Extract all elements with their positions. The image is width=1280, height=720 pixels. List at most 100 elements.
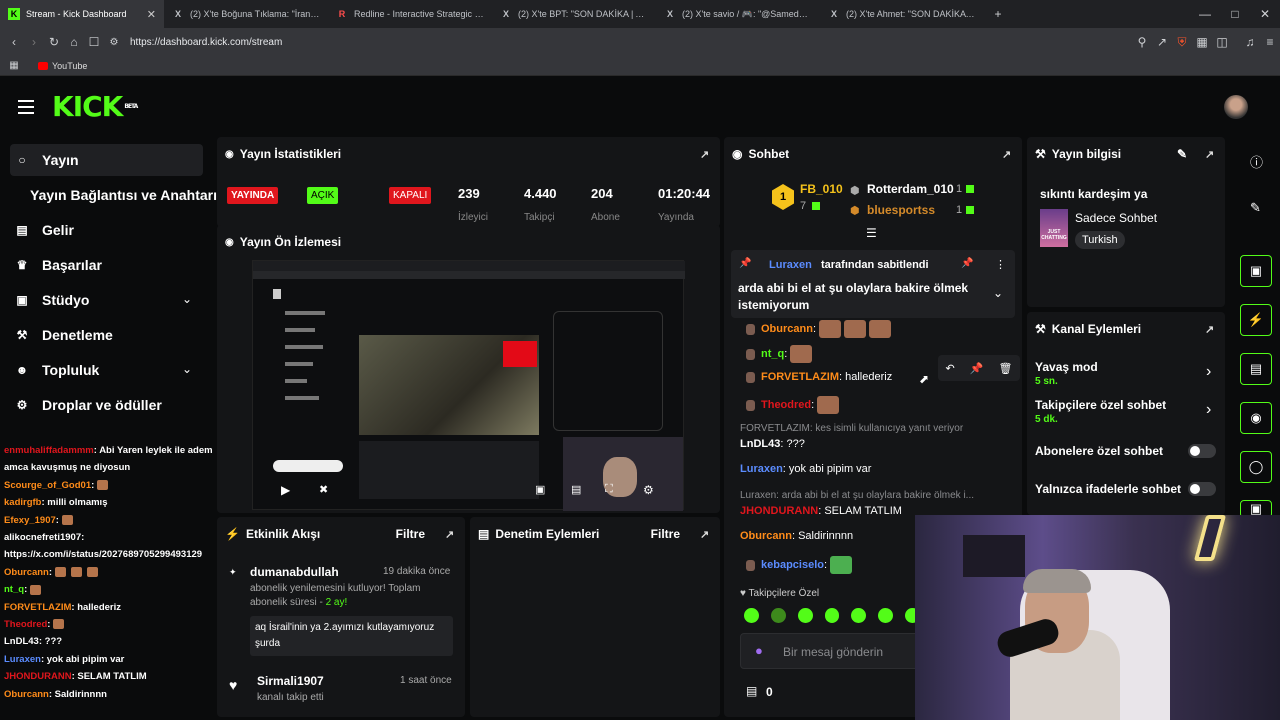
reload-icon[interactable]: ↻: [44, 32, 64, 52]
expand-icon[interactable]: ↗: [700, 148, 712, 161]
fullscreen-icon[interactable]: ⛶: [605, 483, 613, 496]
on-badge[interactable]: AÇIK: [307, 187, 339, 204]
maximize-icon[interactable]: □: [1220, 0, 1250, 28]
slow-mode-label[interactable]: Yavaş mod: [1035, 360, 1098, 374]
browser-tab[interactable]: X (2) X'te Ahmet: "SON DAKİKA | ABD E": [820, 0, 984, 28]
overlay-chat-user[interactable]: enmuhaliffadammm: [4, 445, 94, 456]
pencil-icon[interactable]: ✎: [1177, 147, 1187, 161]
collapse-gifters-icon[interactable]: ☰: [866, 226, 877, 240]
home-icon[interactable]: ⌂: [64, 32, 84, 52]
chat-username[interactable]: JHONDURANN: [740, 505, 818, 517]
expand-icon[interactable]: ↗: [1205, 323, 1217, 336]
chevron-right-icon[interactable]: ›: [1206, 363, 1211, 381]
lightning-icon[interactable]: ⚡: [1240, 304, 1272, 336]
gear-icon[interactable]: ⚙: [643, 483, 654, 497]
sidebar-item-basarilar[interactable]: ♛ Başarılar: [14, 257, 102, 273]
sidebar-item-gelir[interactable]: ▤ Gelir: [14, 222, 74, 238]
gifter-name[interactable]: Rotterdam_010: [867, 182, 954, 196]
chat-message[interactable]: Oburcann: Saldirinnnn: [740, 530, 853, 542]
back-icon[interactable]: ‹: [4, 32, 24, 52]
overlay-chat-user[interactable]: kadirgfb: [4, 497, 41, 508]
chat-username[interactable]: Luraxen: [740, 463, 783, 475]
more-icon[interactable]: ⋮: [995, 258, 1006, 271]
expand-icon[interactable]: ↗: [1205, 148, 1217, 161]
followers-chat-label[interactable]: Takipçilere özel sohbet: [1035, 398, 1166, 412]
overlay-chat-user[interactable]: alikocnefreti1907: [4, 532, 81, 543]
sidebar-toggle-icon[interactable]: ◫: [1212, 32, 1232, 52]
chevron-down-icon[interactable]: ⌄: [993, 286, 1003, 300]
filter-button[interactable]: Filtre: [396, 527, 425, 541]
expand-icon[interactable]: ↗: [1002, 148, 1014, 161]
overlay-chat-user[interactable]: Oburcann: [4, 689, 49, 700]
reply-icon[interactable]: ↶: [946, 362, 955, 375]
chat-username[interactable]: FORVETLAZIM: [761, 371, 839, 383]
pin-icon[interactable]: 📌: [970, 362, 984, 375]
document-icon[interactable]: ▤: [1240, 353, 1272, 385]
activity-user[interactable]: dumanabdullah: [250, 565, 339, 579]
chat-username[interactable]: nt_q: [761, 348, 784, 360]
overlay-chat-user[interactable]: JHONDURANN: [4, 671, 72, 682]
gifter-name[interactable]: bluesportss: [867, 203, 935, 217]
chat-message[interactable]: nt_q:: [740, 345, 813, 363]
url-field[interactable]: https://dashboard.kick.com/stream: [130, 37, 282, 48]
mute-icon[interactable]: ✖: [319, 483, 328, 496]
category-thumbnail[interactable]: JUST CHATTING: [1040, 209, 1068, 247]
chevron-down-icon[interactable]: ⌄: [182, 292, 192, 306]
top-gifter-name[interactable]: FB_010: [800, 182, 843, 196]
video-preview[interactable]: ▶ ✖ ▣ ▤ ⛶ ⚙: [252, 260, 685, 511]
chat-message[interactable]: FORVETLAZIM: hallederiz: [740, 371, 892, 383]
chat-message[interactable]: kebapciselo:: [740, 556, 853, 574]
sidebar-item-droplar[interactable]: ⚙ Droplar ve ödüller: [14, 397, 162, 413]
subs-chat-toggle[interactable]: [1188, 444, 1216, 458]
menu-icon[interactable]: ≡: [1260, 32, 1280, 52]
chat-username[interactable]: Oburcann: [740, 530, 792, 542]
avatar[interactable]: [1224, 95, 1248, 119]
chat-username[interactable]: Theodred: [761, 399, 811, 411]
clip-icon[interactable]: ▣: [1240, 255, 1272, 287]
chat-message[interactable]: JHONDURANN: SELAM TATLIM: [740, 505, 902, 517]
pip-icon[interactable]: ▣: [535, 483, 545, 496]
overlay-chat-user[interactable]: nt_q: [4, 584, 24, 595]
pinned-by-user[interactable]: Luraxen: [769, 259, 812, 271]
close-tab-icon[interactable]: ✕: [147, 8, 156, 21]
chat-username[interactable]: kebapciselo: [761, 559, 824, 571]
overlay-chat-user[interactable]: Luraxen: [4, 654, 41, 665]
overlay-chat-user[interactable]: Theodred: [4, 619, 47, 630]
pencil-icon[interactable]: ✎: [1250, 200, 1261, 216]
emote-chat-toggle[interactable]: [1188, 482, 1216, 496]
chevron-right-icon[interactable]: ›: [1206, 401, 1211, 419]
expand-icon[interactable]: ↗: [445, 528, 457, 541]
filter-button[interactable]: Filtre: [651, 527, 680, 541]
chat-username[interactable]: Oburcann: [761, 323, 813, 335]
apps-grid-icon[interactable]: ▦: [4, 56, 24, 76]
theater-icon[interactable]: ▤: [571, 483, 581, 496]
category-name[interactable]: Sadece Sohbet: [1075, 211, 1157, 225]
chat-message[interactable]: Oburcann:: [740, 320, 892, 338]
media-icon[interactable]: ♫: [1240, 32, 1260, 52]
zoom-icon[interactable]: ⚲: [1132, 32, 1152, 52]
emote-icon[interactable]: [744, 608, 759, 623]
site-settings-icon[interactable]: ⚙: [104, 32, 124, 52]
emote-icon[interactable]: [797, 608, 813, 623]
chevron-down-icon[interactable]: ⌄: [182, 362, 192, 376]
close-window-icon[interactable]: ✕: [1250, 0, 1280, 28]
bookmark-icon[interactable]: ☐: [84, 32, 104, 52]
sidebar-item-denetleme[interactable]: ⚒ Denetleme: [14, 327, 113, 343]
browser-tab[interactable]: K Stream - Kick Dashboard ✕: [0, 0, 164, 28]
broadcast-icon[interactable]: ◯: [1240, 451, 1272, 483]
browser-tab[interactable]: X (2) X'te Boğuna Tıklama: "İran, Dubai": [164, 0, 328, 28]
browser-tab[interactable]: R Redline - Interactive Strategic Map: [328, 0, 492, 28]
activity-user[interactable]: Sirmali1907: [257, 674, 324, 688]
overlay-chat-user[interactable]: Scourge_of_God01: [4, 480, 91, 491]
expand-icon[interactable]: ↗: [700, 528, 712, 541]
unpin-icon[interactable]: 📌: [961, 258, 973, 269]
kick-logo[interactable]: KICK BETA: [52, 92, 138, 122]
brave-shield-icon[interactable]: ⛨: [1172, 32, 1192, 52]
info-icon[interactable]: ⓘ: [1250, 152, 1263, 171]
chat-message[interactable]: Luraxen: yok abi pipim var: [740, 463, 871, 475]
overlay-chat-user[interactable]: Efexy_1907: [4, 515, 56, 526]
microphone-icon[interactable]: ●: [755, 643, 763, 658]
extensions-icon[interactable]: ▦: [1192, 32, 1212, 52]
browser-tab[interactable]: X (2) X'te savio / 🎮: "@Samedowski": [656, 0, 820, 28]
sidebar-item-topluluk[interactable]: ☻ Topluluk: [14, 362, 100, 378]
